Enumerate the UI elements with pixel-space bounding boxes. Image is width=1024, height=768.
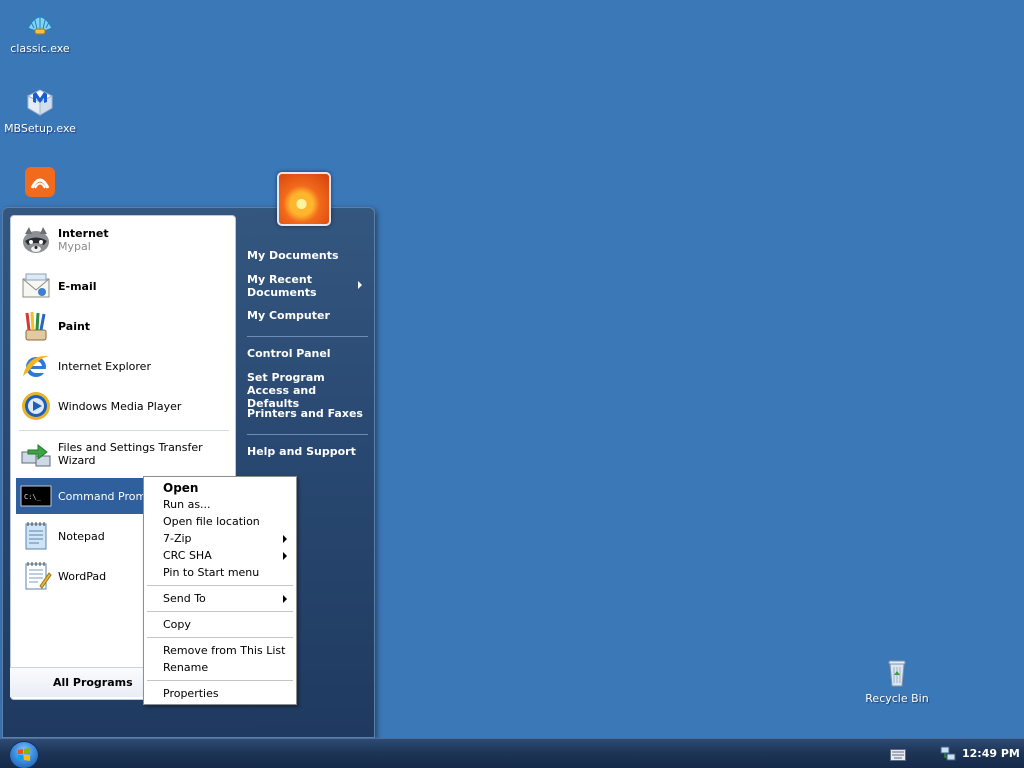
start-menu-separator — [19, 430, 229, 431]
start-item-label: E-mail — [58, 279, 97, 293]
clock[interactable]: 12:49 PM — [962, 747, 1020, 760]
start-right-printers-faxes[interactable]: Printers and Faxes — [247, 407, 363, 420]
chevron-right-icon — [283, 535, 287, 543]
user-picture[interactable] — [277, 172, 331, 226]
start-item-label: Internet — [58, 227, 109, 240]
desktop-icon-label: MBSetup.exe — [4, 122, 76, 135]
media-player-icon — [22, 392, 50, 420]
raccoon-browser-icon — [23, 227, 49, 253]
ctx-item-copy[interactable]: Copy — [163, 617, 293, 633]
all-programs-label: All Programs — [53, 676, 133, 689]
taskbar: 12:49 PM — [0, 738, 1024, 768]
start-item-paint[interactable]: Paint — [16, 308, 231, 344]
start-item-label: Paint — [58, 319, 91, 333]
start-right-my-recent-documents[interactable]: My Recent Documents — [247, 273, 347, 299]
windows-logo-icon — [18, 748, 30, 761]
desktop-icon-classic[interactable]: classic.exe — [0, 6, 80, 55]
desktop-icon-label: Recycle Bin — [865, 692, 929, 705]
internet-explorer-icon — [23, 355, 49, 377]
menu-separator — [147, 637, 293, 638]
chevron-right-icon — [358, 281, 362, 289]
ctx-item-rename[interactable]: Rename — [163, 660, 293, 676]
start-item-email[interactable]: E-mail — [16, 268, 231, 304]
start-item-label: Windows Media Player — [58, 399, 182, 413]
context-menu: Open Run as... Open file location 7-Zip … — [143, 476, 297, 705]
keyboard-icon[interactable] — [890, 749, 906, 761]
svg-text:C:\_: C:\_ — [24, 493, 42, 501]
transfer-wizard-icon — [21, 443, 51, 467]
start-item-label: WordPad — [58, 569, 107, 583]
desktop-icon-recycle-bin[interactable]: Recycle Bin — [857, 656, 937, 705]
start-button[interactable] — [9, 741, 39, 768]
start-item-sublabel: Mypal — [58, 240, 91, 253]
seashell-icon — [27, 12, 53, 35]
start-right-set-program-access[interactable]: Set Program Access and Defaults — [247, 371, 359, 410]
orange-app-icon — [25, 167, 55, 197]
start-right-my-computer[interactable]: My Computer — [247, 309, 330, 322]
start-item-windows-media-player[interactable]: Windows Media Player — [16, 388, 231, 424]
email-icon — [22, 273, 50, 298]
menu-separator — [147, 680, 293, 681]
start-item-label: Internet Explorer — [58, 359, 151, 373]
desktop-icon-label: classic.exe — [10, 42, 70, 55]
menu-separator — [147, 611, 293, 612]
start-item-internet[interactable]: Internet Mypal — [16, 222, 231, 258]
ctx-item-7zip[interactable]: 7-Zip — [163, 531, 293, 547]
wordpad-icon — [25, 562, 52, 590]
start-menu-separator — [247, 336, 368, 337]
desktop-icon-mbsetup[interactable]: MBSetup.exe — [0, 86, 80, 135]
ctx-item-open[interactable]: Open — [163, 480, 293, 496]
notepad-icon — [25, 522, 47, 550]
ctx-item-crc-sha[interactable]: CRC SHA — [163, 548, 293, 564]
start-right-my-documents[interactable]: My Documents — [247, 249, 339, 262]
paint-icon — [25, 311, 47, 341]
start-right-control-panel[interactable]: Control Panel — [247, 347, 331, 360]
start-item-transfer-wizard[interactable]: Files and Settings Transfer Wizard — [16, 436, 231, 472]
start-menu-separator — [247, 434, 368, 435]
start-item-label: Files and Settings Transfer Wizard — [58, 441, 203, 467]
ctx-item-remove-from-list[interactable]: Remove from This List — [163, 643, 293, 659]
desktop-icon-orange-app[interactable] — [0, 166, 80, 202]
command-prompt-icon: C:\_ — [20, 485, 52, 507]
ctx-item-open-file-location[interactable]: Open file location — [163, 514, 293, 530]
network-icon[interactable] — [940, 746, 956, 762]
ctx-item-send-to[interactable]: Send To — [163, 591, 293, 607]
start-item-internet-explorer[interactable]: Internet Explorer — [16, 348, 231, 384]
chevron-right-icon — [283, 595, 287, 603]
chevron-right-icon — [283, 552, 287, 560]
ctx-item-run-as[interactable]: Run as... — [163, 497, 293, 513]
start-item-label: Notepad — [58, 529, 105, 543]
ctx-item-pin-to-start[interactable]: Pin to Start menu — [163, 565, 293, 581]
recycle-bin-icon — [888, 660, 906, 687]
ctx-item-properties[interactable]: Properties — [163, 686, 293, 702]
start-right-help-support[interactable]: Help and Support — [247, 445, 356, 458]
malwarebytes-icon — [26, 89, 54, 116]
menu-separator — [147, 585, 293, 586]
